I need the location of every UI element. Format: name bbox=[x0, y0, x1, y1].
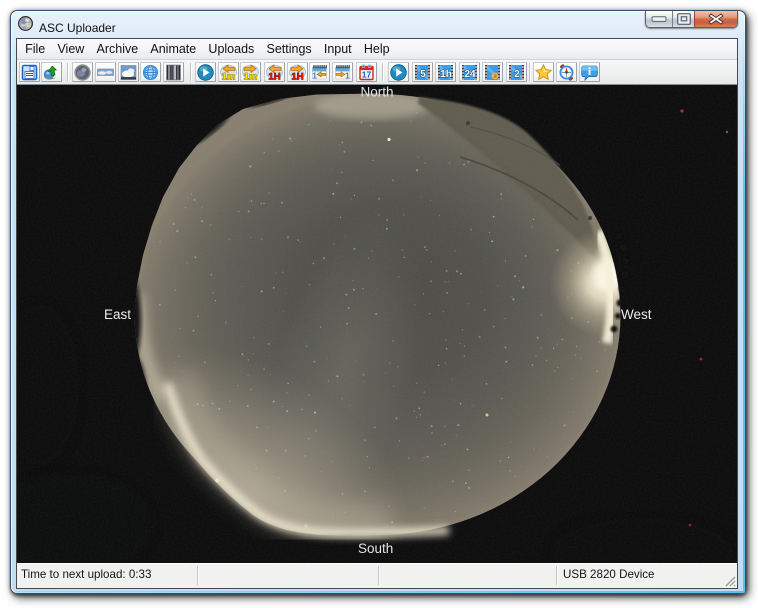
svg-text:1H: 1H bbox=[292, 72, 304, 82]
svg-text:17: 17 bbox=[362, 70, 372, 80]
svg-text:1H: 1H bbox=[269, 72, 281, 82]
svg-text:South: South bbox=[358, 541, 393, 556]
svg-text:1: 1 bbox=[345, 71, 350, 81]
svg-text:East: East bbox=[104, 307, 131, 322]
svg-text:1m: 1m bbox=[244, 72, 258, 82]
svg-text:1: 1 bbox=[313, 71, 318, 81]
svg-text:24: 24 bbox=[464, 69, 476, 80]
svg-text:West: West bbox=[621, 307, 652, 322]
svg-text:North: North bbox=[360, 85, 393, 100]
svg-text:5: 5 bbox=[420, 69, 426, 80]
svg-text:2: 2 bbox=[514, 69, 520, 80]
svg-text:1h: 1h bbox=[440, 69, 452, 80]
svg-text:1m: 1m bbox=[221, 72, 235, 82]
